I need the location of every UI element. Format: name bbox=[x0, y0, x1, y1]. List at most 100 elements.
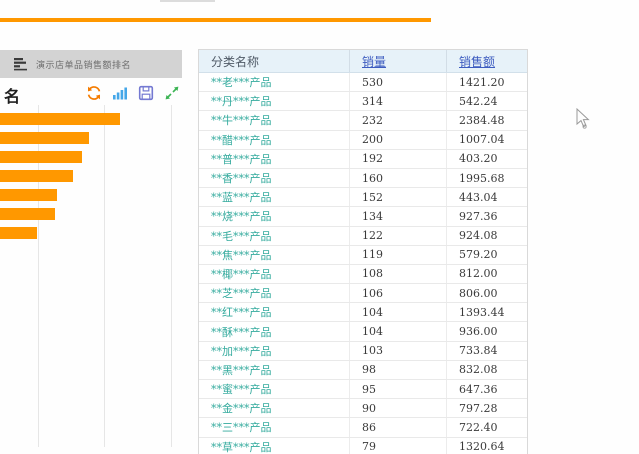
sales-amount-cell: 812.00 bbox=[446, 265, 527, 283]
sales-volume-cell: 119 bbox=[349, 246, 446, 264]
sales-volume-cell: 90 bbox=[349, 399, 446, 417]
chart-gridline bbox=[171, 105, 172, 447]
sales-volume-cell: 98 bbox=[349, 361, 446, 379]
table-row: **三***产品86722.40 bbox=[199, 418, 527, 437]
category-name-cell[interactable]: **焦***产品 bbox=[199, 246, 349, 264]
sales-amount-cell: 542.24 bbox=[446, 92, 527, 110]
table-row: **牛***产品2322384.48 bbox=[199, 111, 527, 130]
category-name-cell[interactable]: **椰***产品 bbox=[199, 265, 349, 283]
table-row: **椰***产品108812.00 bbox=[199, 265, 527, 284]
category-name-cell[interactable]: **酥***产品 bbox=[199, 322, 349, 340]
chart-gridline bbox=[104, 105, 105, 447]
table-row: **酥***产品104936.00 bbox=[199, 322, 527, 341]
table-row: **焦***产品119579.20 bbox=[199, 246, 527, 265]
sales-volume-cell: 152 bbox=[349, 188, 446, 206]
chart-bar[interactable] bbox=[0, 132, 89, 144]
category-name-cell[interactable]: **黑***产品 bbox=[199, 361, 349, 379]
sales-volume-cell: 104 bbox=[349, 303, 446, 321]
sales-amount-cell: 1421.20 bbox=[446, 73, 527, 91]
sales-volume-cell: 200 bbox=[349, 131, 446, 149]
mouse-cursor bbox=[576, 108, 592, 130]
sales-volume-cell: 104 bbox=[349, 322, 446, 340]
sales-amount-cell: 1320.64 bbox=[446, 438, 527, 454]
category-name-cell[interactable]: **芝***产品 bbox=[199, 284, 349, 302]
category-name-cell[interactable]: **牛***产品 bbox=[199, 111, 349, 129]
chart-toolbar bbox=[86, 84, 180, 102]
sales-amount-cell: 1393.44 bbox=[446, 303, 527, 321]
category-name-cell[interactable]: **加***产品 bbox=[199, 342, 349, 360]
fullscreen-icon[interactable] bbox=[164, 85, 180, 101]
column-header-sales-volume[interactable]: 销量 bbox=[349, 50, 446, 72]
category-name-cell[interactable]: **蜜***产品 bbox=[199, 380, 349, 398]
sales-volume-cell: 134 bbox=[349, 207, 446, 225]
widget-header[interactable]: 演示店单品销售额排名 bbox=[0, 50, 182, 78]
chart-bar[interactable] bbox=[0, 189, 57, 201]
column-header-category: 分类名称 bbox=[199, 50, 349, 72]
chart-bar[interactable] bbox=[0, 227, 37, 239]
sales-amount-cell: 927.36 bbox=[446, 207, 527, 225]
hbar-chart-icon bbox=[13, 57, 29, 72]
sales-volume-cell: 79 bbox=[349, 438, 446, 454]
chart-type-icon[interactable] bbox=[112, 85, 128, 101]
category-name-cell[interactable]: **三***产品 bbox=[199, 418, 349, 436]
chart-bar[interactable] bbox=[0, 151, 82, 163]
sales-amount-cell: 1995.68 bbox=[446, 169, 527, 187]
sales-volume-cell: 86 bbox=[349, 418, 446, 436]
table-row: **芝***产品106806.00 bbox=[199, 284, 527, 303]
table-row: **烧***产品134927.36 bbox=[199, 207, 527, 226]
table-row: **老***产品5301421.20 bbox=[199, 73, 527, 92]
sales-volume-cell: 95 bbox=[349, 380, 446, 398]
table-row: **醋***产品2001007.04 bbox=[199, 131, 527, 150]
sales-amount-cell: 924.08 bbox=[446, 227, 527, 245]
sales-amount-cell: 806.00 bbox=[446, 284, 527, 302]
sales-amount-cell: 832.08 bbox=[446, 361, 527, 379]
sales-amount-cell: 797.28 bbox=[446, 399, 527, 417]
category-name-cell[interactable]: **普***产品 bbox=[199, 150, 349, 168]
table-row: **普***产品192403.20 bbox=[199, 150, 527, 169]
sales-volume-cell: 314 bbox=[349, 92, 446, 110]
sales-amount-cell: 403.20 bbox=[446, 150, 527, 168]
sales-volume-cell: 108 bbox=[349, 265, 446, 283]
category-name-cell[interactable]: **蓝***产品 bbox=[199, 188, 349, 206]
top-edge-divider bbox=[160, 0, 215, 2]
dashboard-screen: 演示店单品销售额排名 名 bbox=[0, 0, 639, 454]
category-name-cell[interactable]: **老***产品 bbox=[199, 73, 349, 91]
table-row: **丹***产品314542.24 bbox=[199, 92, 527, 111]
category-name-cell[interactable]: **烧***产品 bbox=[199, 207, 349, 225]
chart-title-partial: 名 bbox=[4, 83, 20, 107]
sales-volume-cell: 106 bbox=[349, 284, 446, 302]
bar-chart bbox=[0, 105, 196, 454]
chart-bar[interactable] bbox=[0, 113, 120, 125]
widget-title: 演示店单品销售额排名 bbox=[36, 58, 131, 71]
category-name-cell[interactable]: **毛***产品 bbox=[199, 227, 349, 245]
table-row: **黑***产品98832.08 bbox=[199, 361, 527, 380]
table-row: **蓝***产品152443.04 bbox=[199, 188, 527, 207]
category-name-cell[interactable]: **金***产品 bbox=[199, 399, 349, 417]
save-icon[interactable] bbox=[138, 85, 154, 101]
category-name-cell[interactable]: **香***产品 bbox=[199, 169, 349, 187]
sales-volume-cell: 122 bbox=[349, 227, 446, 245]
chart-bar[interactable] bbox=[0, 170, 73, 182]
table-row: **蜜***产品95647.36 bbox=[199, 380, 527, 399]
sales-amount-cell: 1007.04 bbox=[446, 131, 527, 149]
refresh-icon[interactable] bbox=[86, 85, 102, 101]
chart-bar[interactable] bbox=[0, 208, 55, 220]
sales-amount-cell: 579.20 bbox=[446, 246, 527, 264]
category-name-cell[interactable]: **丹***产品 bbox=[199, 92, 349, 110]
category-name-cell[interactable]: **草***产品 bbox=[199, 438, 349, 454]
sales-amount-cell: 2384.48 bbox=[446, 111, 527, 129]
column-header-sales-amount[interactable]: 销售额 bbox=[446, 50, 527, 72]
sales-volume-cell: 103 bbox=[349, 342, 446, 360]
category-name-cell[interactable]: **醋***产品 bbox=[199, 131, 349, 149]
category-name-cell[interactable]: **红***产品 bbox=[199, 303, 349, 321]
sales-volume-cell: 192 bbox=[349, 150, 446, 168]
sales-volume-cell: 232 bbox=[349, 111, 446, 129]
table-header-row: 分类名称 销量 销售额 bbox=[199, 50, 527, 73]
sales-amount-cell: 722.40 bbox=[446, 418, 527, 436]
sales-amount-cell: 936.00 bbox=[446, 322, 527, 340]
table-row: **红***产品1041393.44 bbox=[199, 303, 527, 322]
sales-amount-cell: 647.36 bbox=[446, 380, 527, 398]
sales-amount-cell: 443.04 bbox=[446, 188, 527, 206]
table-body: **老***产品5301421.20**丹***产品314542.24**牛**… bbox=[199, 73, 527, 454]
table-row: **香***产品1601995.68 bbox=[199, 169, 527, 188]
